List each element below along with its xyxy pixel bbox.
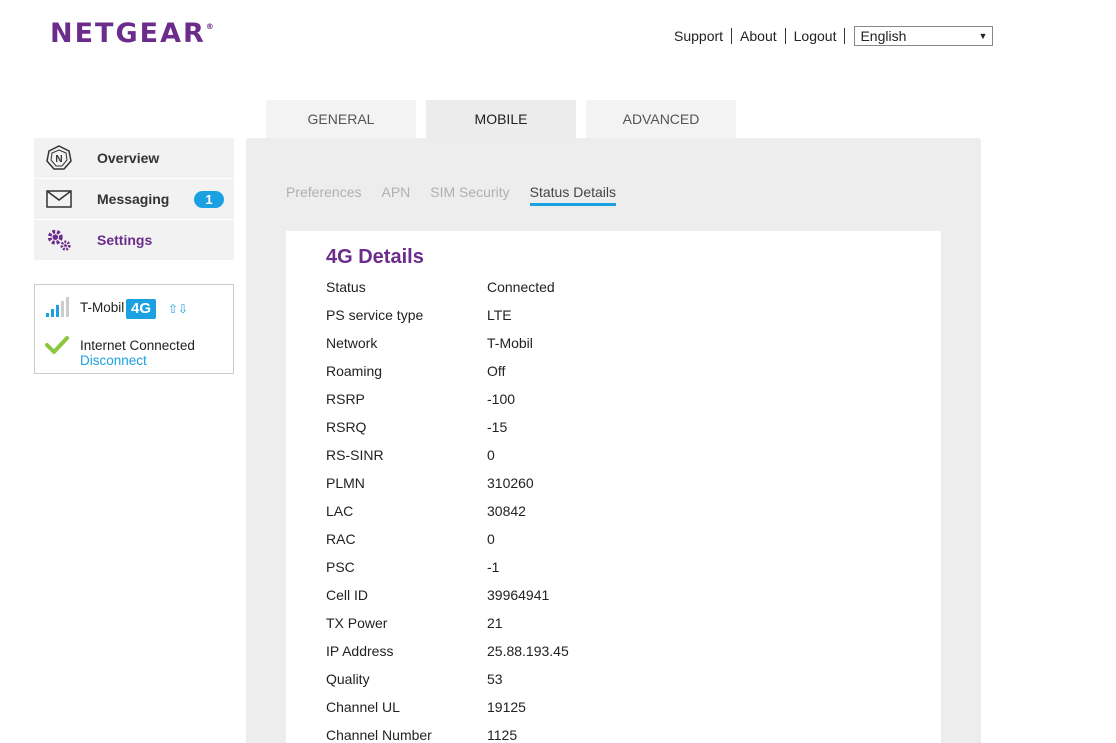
signal-bar [51, 309, 54, 317]
detail-label: LAC [326, 503, 354, 519]
sidebar-item-label: Messaging [97, 191, 170, 207]
detail-label: TX Power [326, 615, 388, 631]
detail-row: Cell ID 39964941 [326, 581, 569, 609]
detail-label: PLMN [326, 475, 365, 491]
sidebar-item-settings[interactable]: Settings [34, 220, 234, 261]
details-card: 4G Details Status Connected PS service typ… [286, 231, 941, 743]
data-transfer-icon: ⇧⇩ [168, 302, 189, 316]
detail-label: Roaming [326, 363, 383, 379]
detail-value: Off [487, 363, 506, 379]
disconnect-link[interactable]: Disconnect [80, 353, 147, 368]
sidebar-item-label: Overview [97, 150, 160, 166]
subtab-apn[interactable]: APN [381, 184, 410, 206]
detail-row: IP Address 25.88.193.45 [326, 637, 569, 665]
detail-value: 53 [487, 671, 503, 687]
signal-bar [46, 313, 49, 317]
detail-value: Connected [487, 279, 555, 295]
detail-value: 25.88.193.45 [487, 643, 569, 659]
detail-value: 0 [487, 447, 495, 463]
signal-bar [56, 305, 59, 317]
detail-row: PLMN 310260 [326, 469, 569, 497]
svg-text:N: N [55, 154, 62, 165]
detail-value: 21 [487, 615, 503, 631]
detail-row: Network T-Mobil [326, 329, 569, 357]
signal-bar [66, 297, 69, 317]
subtab-status-details[interactable]: Status Details [529, 184, 617, 206]
gears-icon [46, 227, 72, 253]
detail-label: RSRQ [326, 419, 367, 435]
detail-row: RSRP -100 [326, 385, 569, 413]
content-panel: Preferences APN SIM Security Status Deta… [246, 138, 981, 743]
detail-value: 30842 [487, 503, 526, 519]
detail-label: PSC [326, 559, 355, 575]
tab-advanced[interactable]: ADVANCED [586, 100, 736, 138]
detail-row: RS-SINR 0 [326, 441, 569, 469]
detail-row: Status Connected [326, 273, 569, 301]
subtab-sim-security[interactable]: SIM Security [430, 184, 509, 206]
top-nav: Support About Logout English ▼ [666, 26, 994, 46]
sidebar-item-overview[interactable]: N Overview [34, 138, 234, 179]
detail-label: PS service type [326, 307, 424, 323]
detail-label: RS-SINR [326, 447, 384, 463]
detail-label: Channel UL [326, 699, 400, 715]
detail-value: 0 [487, 531, 495, 547]
internet-status-text: Internet Connected [80, 338, 195, 353]
detail-label: IP Address [326, 643, 394, 659]
sidebar-item-messaging[interactable]: Messaging 1 [34, 179, 234, 220]
logout-link[interactable]: Logout [786, 28, 846, 44]
netgear-n-icon: N [46, 145, 72, 171]
detail-value: -100 [487, 391, 516, 407]
detail-row: TX Power 21 [326, 609, 569, 637]
detail-row: PSC -1 [326, 553, 569, 581]
detail-value: LTE [487, 307, 512, 323]
subtab-preferences[interactable]: Preferences [286, 184, 361, 206]
sidebar-item-label: Settings [97, 232, 153, 248]
detail-row: Roaming Off [326, 357, 569, 385]
detail-value: 39964941 [487, 587, 550, 603]
checkmark-icon [45, 335, 69, 358]
tab-mobile[interactable]: MOBILE [426, 100, 576, 138]
connection-status-box: T-Mobil 4G ⇧⇩ Internet Connected Disconn… [34, 284, 234, 374]
detail-value: 310260 [487, 475, 534, 491]
detail-row: PS service type LTE [326, 301, 569, 329]
detail-value: 19125 [487, 699, 526, 715]
language-select[interactable]: English ▼ [854, 26, 994, 46]
detail-label: Channel Number [326, 727, 432, 743]
detail-row: RSRQ -15 [326, 413, 569, 441]
detail-value: -1 [487, 559, 500, 575]
support-link[interactable]: Support [666, 28, 733, 44]
detail-label: RSRP [326, 391, 365, 407]
detail-row: LAC 30842 [326, 497, 569, 525]
detail-label: Network [326, 335, 378, 351]
detail-label: Status [326, 279, 366, 295]
detail-row: Quality 53 [326, 665, 569, 693]
message-count-badge: 1 [194, 191, 224, 208]
detail-label: Cell ID [326, 587, 369, 603]
about-link[interactable]: About [732, 28, 786, 44]
chevron-down-icon: ▼ [978, 31, 988, 41]
detail-value: -15 [487, 419, 508, 435]
details-list: Status Connected PS service type LTE Network… [326, 273, 569, 743]
detail-row: Channel Number 1125 [326, 721, 569, 743]
netgear-logo[interactable]: NETGEAR® [50, 18, 214, 49]
signal-bar [61, 301, 64, 317]
detail-label: RAC [326, 531, 356, 547]
main-tabs: GENERAL MOBILE ADVANCED [266, 100, 746, 138]
carrier-name: T-Mobil [80, 300, 125, 315]
detail-label: Quality [326, 671, 370, 687]
section-title: 4G Details [326, 246, 424, 268]
network-type-badge: 4G [126, 299, 157, 319]
tab-general[interactable]: GENERAL [266, 100, 416, 138]
envelope-icon [46, 186, 72, 212]
language-value: English [860, 28, 907, 44]
signal-strength-icon [46, 295, 69, 317]
detail-row: RAC 0 [326, 525, 569, 553]
detail-value: 1125 [487, 727, 518, 743]
sub-tabs: Preferences APN SIM Security Status Deta… [286, 184, 636, 206]
detail-value: T-Mobil [487, 335, 533, 351]
sidebar: N Overview Messaging 1 Settings [34, 138, 234, 261]
detail-row: Channel UL 19125 [326, 693, 569, 721]
